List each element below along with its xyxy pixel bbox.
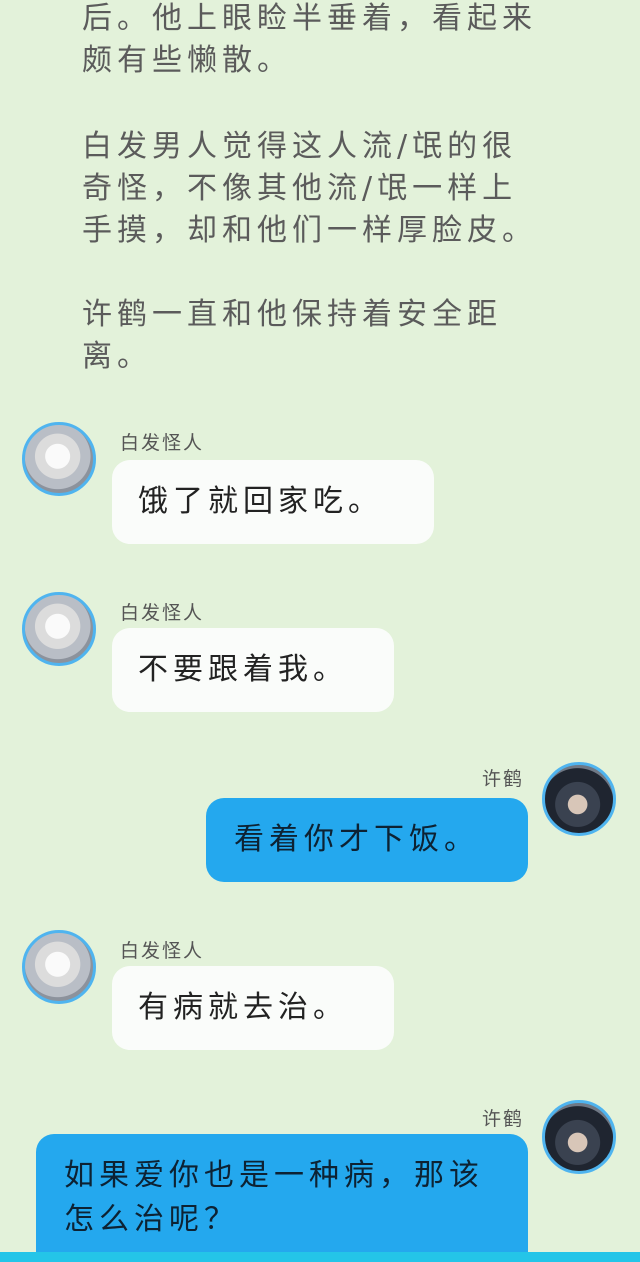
bottom-bar <box>0 1252 640 1262</box>
avatar-white-haired[interactable] <box>22 422 96 496</box>
avatar-white-haired[interactable] <box>22 930 96 1004</box>
message-bubble[interactable]: 看着你才下饭。 <box>206 798 528 882</box>
avatar-xu-he[interactable] <box>542 1100 616 1174</box>
message-bubble[interactable]: 有病就去治。 <box>112 966 394 1050</box>
message-bubble[interactable]: 饿了就回家吃。 <box>112 460 434 544</box>
sender-name: 许鹤 <box>481 1108 524 1130</box>
avatar-xu-he[interactable] <box>542 762 616 836</box>
sender-name: 白发怪人 <box>120 940 205 962</box>
sender-name: 白发怪人 <box>120 432 205 454</box>
narration-3: 许鹤一直和他保持着安全距离。 <box>82 297 502 374</box>
sender-name: 许鹤 <box>481 768 524 790</box>
avatar-white-haired[interactable] <box>22 592 96 666</box>
message-bubble[interactable]: 不要跟着我。 <box>112 628 394 712</box>
narration-1: 后。他上眼睑半垂着，看起来颇有些懒散。 <box>82 1 537 78</box>
message-bubble[interactable]: 如果爱你也是一种病，那该怎么治呢？ <box>36 1134 528 1252</box>
sender-name: 白发怪人 <box>120 602 205 624</box>
narration-2: 白发男人觉得这人流/氓的很奇怪，不像其他流/氓一样上手摸，却和他们一样厚脸皮。 <box>82 129 537 248</box>
